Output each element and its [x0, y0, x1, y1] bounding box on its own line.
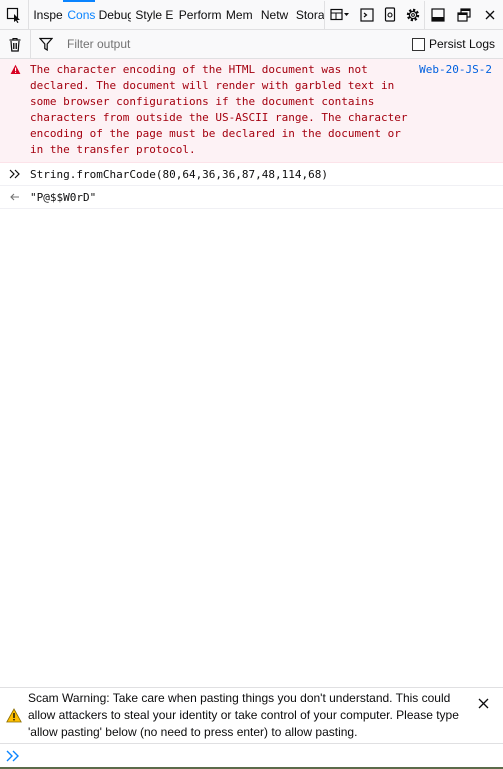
- result-text[interactable]: "P@$$W0rD": [30, 191, 96, 204]
- dock-icon: [431, 7, 445, 22]
- warning-icon: [6, 708, 22, 723]
- error-source-link[interactable]: Web-20-JS-2: [419, 62, 503, 158]
- tool-tabs: Inspe Cons Debug Style E Perform Mem Net…: [29, 0, 324, 29]
- command-row: String.fromCharCode(80,64,36,36,87,48,11…: [0, 163, 503, 186]
- close-icon: [478, 698, 488, 709]
- warning-icon-wrap: [0, 688, 28, 743]
- responsive-design-icon: [330, 8, 349, 20]
- result-arrow-icon: [0, 193, 30, 201]
- screenshot-button[interactable]: [378, 1, 401, 29]
- tab-storage[interactable]: Stora: [292, 0, 324, 29]
- js-input-field[interactable]: [26, 748, 503, 764]
- close-toolbox-button[interactable]: [477, 1, 503, 29]
- undock-icon: [457, 7, 471, 22]
- dismiss-warning-button[interactable]: [468, 688, 498, 743]
- console-output: The character encoding of the HTML docum…: [0, 59, 503, 687]
- error-icon: [10, 64, 20, 74]
- tab-performance[interactable]: Perform: [175, 0, 222, 29]
- trash-icon: [9, 37, 21, 52]
- close-icon: [485, 10, 495, 19]
- console-input-line: [0, 743, 503, 768]
- error-text: The character encoding of the HTML docum…: [30, 63, 408, 156]
- scam-warning-text: Scam Warning: Take care when pasting thi…: [28, 691, 459, 739]
- dock-bottom-button[interactable]: [424, 0, 451, 29]
- tab-debugger[interactable]: Debug: [95, 0, 132, 29]
- tab-network[interactable]: Netw: [257, 0, 292, 29]
- result-row: "P@$$W0rD": [0, 186, 503, 209]
- error-icon-wrap: [0, 62, 30, 158]
- persist-logs-label: Persist Logs: [428, 37, 495, 51]
- console-filter-bar: Persist Logs: [0, 30, 503, 59]
- tab-inspector[interactable]: Inspe: [29, 0, 63, 29]
- scratchpad-button[interactable]: [355, 1, 378, 29]
- tab-style-editor[interactable]: Style E: [131, 0, 174, 29]
- settings-icon: [406, 8, 419, 21]
- command-chevron-icon: [0, 169, 30, 179]
- tab-memory[interactable]: Mem: [222, 0, 257, 29]
- devtools-toolbar: Inspe Cons Debug Style E Perform Mem Net…: [0, 0, 503, 30]
- element-picker-icon: [7, 7, 21, 23]
- command-text: String.fromCharCode(80,64,36,36,87,48,11…: [30, 167, 329, 181]
- persist-logs-checkbox[interactable]: [411, 37, 425, 51]
- element-picker-button[interactable]: [0, 0, 30, 29]
- filter-output-input[interactable]: [61, 32, 412, 56]
- input-prompt-icon: [0, 750, 26, 762]
- devtools-console: Inspe Cons Debug Style E Perform Mem Net…: [0, 0, 503, 769]
- screenshot-icon: [384, 7, 395, 22]
- undock-button[interactable]: [451, 1, 477, 29]
- toolbox-buttons: [324, 0, 503, 29]
- persist-logs-toggle[interactable]: Persist Logs: [411, 37, 503, 51]
- filter-icon-wrap: [31, 30, 61, 58]
- error-message: The character encoding of the HTML docum…: [0, 59, 503, 163]
- scratchpad-icon: [359, 7, 374, 22]
- responsive-design-button[interactable]: [324, 0, 355, 29]
- scam-warning: Scam Warning: Take care when pasting thi…: [0, 687, 503, 743]
- clear-output-button[interactable]: [0, 30, 31, 58]
- filter-icon: [39, 37, 53, 51]
- settings-button[interactable]: [401, 1, 424, 29]
- tab-console[interactable]: Cons: [63, 0, 95, 29]
